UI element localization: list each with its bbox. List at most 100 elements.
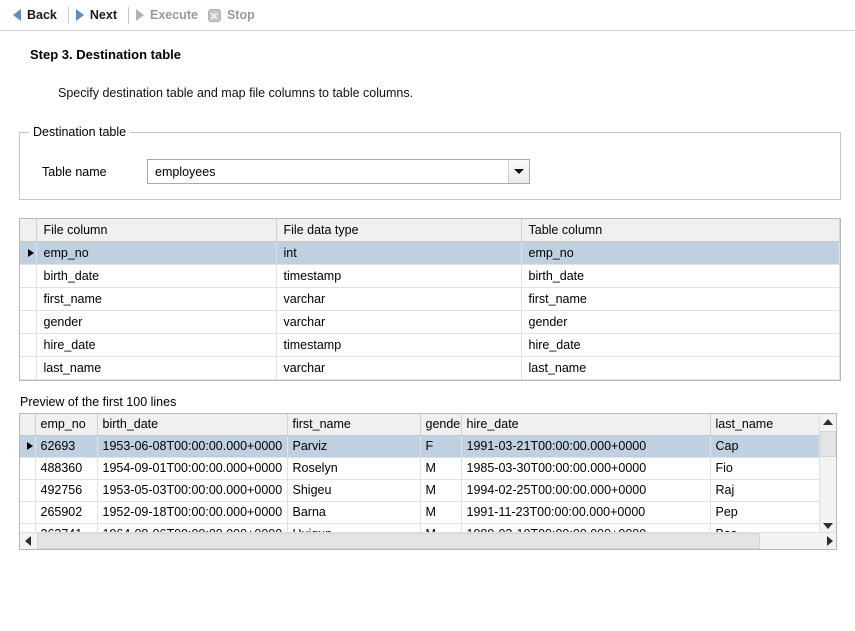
column-header-file-data-type[interactable]: File data type (276, 219, 521, 242)
toolbar-separator (128, 7, 129, 24)
preview-cell-last-name[interactable]: Pep (710, 501, 819, 523)
table-name-row: Table name employees (20, 133, 840, 184)
preview-column-header-gender[interactable]: gender (420, 414, 461, 435)
preview-cell-birth-date[interactable]: 1952-09-18T00:00:00.000+0000 (97, 501, 287, 523)
toolbar-separator (68, 7, 69, 24)
column-mapping-body: emp_no int emp_no birth_date timestamp b… (20, 242, 840, 380)
table-row[interactable]: hire_date timestamp hire_date (20, 334, 840, 357)
column-mapping-grid[interactable]: File column File data type Table column … (19, 218, 841, 381)
cell-file-column[interactable]: gender (36, 311, 276, 334)
stop-button-label: Stop (227, 9, 255, 22)
row-indicator[interactable] (20, 334, 36, 357)
destination-table-legend: Destination table (29, 125, 130, 139)
scroll-right-button[interactable] (822, 533, 837, 549)
table-row[interactable]: 265902 1952-09-18T00:00:00.000+0000 Barn… (20, 501, 819, 523)
cell-file-column[interactable]: hire_date (36, 334, 276, 357)
row-indicator[interactable] (20, 357, 36, 380)
cell-table-column[interactable]: birth_date (521, 265, 840, 288)
row-indicator[interactable] (20, 242, 36, 265)
preview-cell-birth-date[interactable]: 1953-06-08T00:00:00.000+0000 (97, 435, 287, 457)
cell-file-data-type[interactable]: varchar (276, 357, 521, 380)
preview-cell-birth-date[interactable]: 1953-05-03T00:00:00.000+0000 (97, 479, 287, 501)
current-row-arrow-icon (28, 249, 34, 257)
back-button[interactable]: Back (10, 4, 64, 26)
preview-cell-emp-no[interactable]: 492756 (35, 479, 97, 501)
preview-row-header-corner (20, 414, 35, 435)
preview-cell-gender[interactable]: F (420, 435, 461, 457)
scroll-up-button[interactable] (820, 414, 836, 430)
table-row[interactable]: first_name varchar first_name (20, 288, 840, 311)
preview-cell-gender[interactable]: M (420, 479, 461, 501)
table-row[interactable]: 488360 1954-09-01T00:00:00.000+0000 Rose… (20, 457, 819, 479)
preview-cell-hire-date[interactable]: 1994-02-25T00:00:00.000+0000 (461, 479, 710, 501)
row-indicator[interactable] (20, 479, 35, 501)
preview-cell-last-name[interactable]: Raj (710, 479, 819, 501)
preview-cell-emp-no[interactable]: 62693 (35, 435, 97, 457)
row-header-corner (20, 219, 36, 242)
preview-cell-emp-no[interactable]: 265902 (35, 501, 97, 523)
row-indicator[interactable] (20, 265, 36, 288)
current-row-arrow-icon (27, 442, 33, 450)
table-row[interactable]: birth_date timestamp birth_date (20, 265, 840, 288)
cell-table-column[interactable]: first_name (521, 288, 840, 311)
preview-cell-first-name[interactable]: Barna (287, 501, 420, 523)
cell-file-column[interactable]: first_name (36, 288, 276, 311)
preview-column-header-emp-no[interactable]: emp_no (35, 414, 97, 435)
row-indicator[interactable] (20, 457, 35, 479)
table-row[interactable]: 492756 1953-05-03T00:00:00.000+0000 Shig… (20, 479, 819, 501)
preview-cell-last-name[interactable]: Cap (710, 435, 819, 457)
execute-button[interactable]: Execute (133, 4, 205, 26)
stop-button[interactable]: Stop (205, 4, 262, 26)
cell-file-column[interactable]: last_name (36, 357, 276, 380)
cell-file-data-type[interactable]: timestamp (276, 334, 521, 357)
arrow-up-icon (823, 419, 833, 425)
preview-cell-hire-date[interactable]: 1985-03-30T00:00:00.000+0000 (461, 457, 710, 479)
preview-vertical-scrollbar[interactable] (819, 414, 836, 534)
preview-cell-gender[interactable]: M (420, 457, 461, 479)
arrow-down-icon (823, 523, 833, 529)
table-row[interactable]: last_name varchar last_name (20, 357, 840, 380)
preview-cell-emp-no[interactable]: 488360 (35, 457, 97, 479)
table-name-dropdown-button[interactable] (508, 160, 529, 183)
cell-table-column[interactable]: hire_date (521, 334, 840, 357)
cell-file-data-type[interactable]: varchar (276, 311, 521, 334)
cell-file-column[interactable]: emp_no (36, 242, 276, 265)
column-header-table-column[interactable]: Table column (521, 219, 840, 242)
table-name-combobox[interactable]: employees (147, 159, 530, 184)
preview-cell-first-name[interactable]: Roselyn (287, 457, 420, 479)
table-row[interactable]: 62693 1953-06-08T00:00:00.000+0000 Parvi… (20, 435, 819, 457)
preview-cell-hire-date[interactable]: 1991-11-23T00:00:00.000+0000 (461, 501, 710, 523)
preview-horizontal-scrollbar[interactable] (20, 532, 837, 549)
row-indicator[interactable] (20, 288, 36, 311)
preview-cell-hire-date[interactable]: 1991-03-21T00:00:00.000+0000 (461, 435, 710, 457)
vertical-scroll-thumb[interactable] (820, 431, 836, 457)
row-indicator[interactable] (20, 501, 35, 523)
cell-table-column[interactable]: last_name (521, 357, 840, 380)
next-button[interactable]: Next (73, 4, 124, 26)
cell-file-data-type[interactable]: timestamp (276, 265, 521, 288)
preview-column-header-hire-date[interactable]: hire_date (461, 414, 710, 435)
horizontal-scroll-thumb[interactable] (37, 533, 760, 549)
row-indicator[interactable] (20, 435, 35, 457)
next-button-label: Next (90, 9, 117, 22)
arrow-left-icon (13, 9, 21, 21)
cell-table-column[interactable]: gender (521, 311, 840, 334)
preview-column-header-birth-date[interactable]: birth_date (97, 414, 287, 435)
preview-column-header-first-name[interactable]: first_name (287, 414, 420, 435)
preview-cell-last-name[interactable]: Fio (710, 457, 819, 479)
preview-cell-first-name[interactable]: Parviz (287, 435, 420, 457)
table-row[interactable]: emp_no int emp_no (20, 242, 840, 265)
preview-column-header-last-name[interactable]: last_name (710, 414, 819, 435)
preview-cell-gender[interactable]: M (420, 501, 461, 523)
preview-grid[interactable]: emp_no birth_date first_name gender hire… (19, 413, 837, 550)
cell-table-column[interactable]: emp_no (521, 242, 840, 265)
row-indicator[interactable] (20, 311, 36, 334)
preview-cell-birth-date[interactable]: 1954-09-01T00:00:00.000+0000 (97, 457, 287, 479)
scroll-left-button[interactable] (20, 533, 36, 549)
cell-file-data-type[interactable]: int (276, 242, 521, 265)
preview-cell-first-name[interactable]: Shigeu (287, 479, 420, 501)
cell-file-data-type[interactable]: varchar (276, 288, 521, 311)
cell-file-column[interactable]: birth_date (36, 265, 276, 288)
table-row[interactable]: gender varchar gender (20, 311, 840, 334)
column-header-file-column[interactable]: File column (36, 219, 276, 242)
